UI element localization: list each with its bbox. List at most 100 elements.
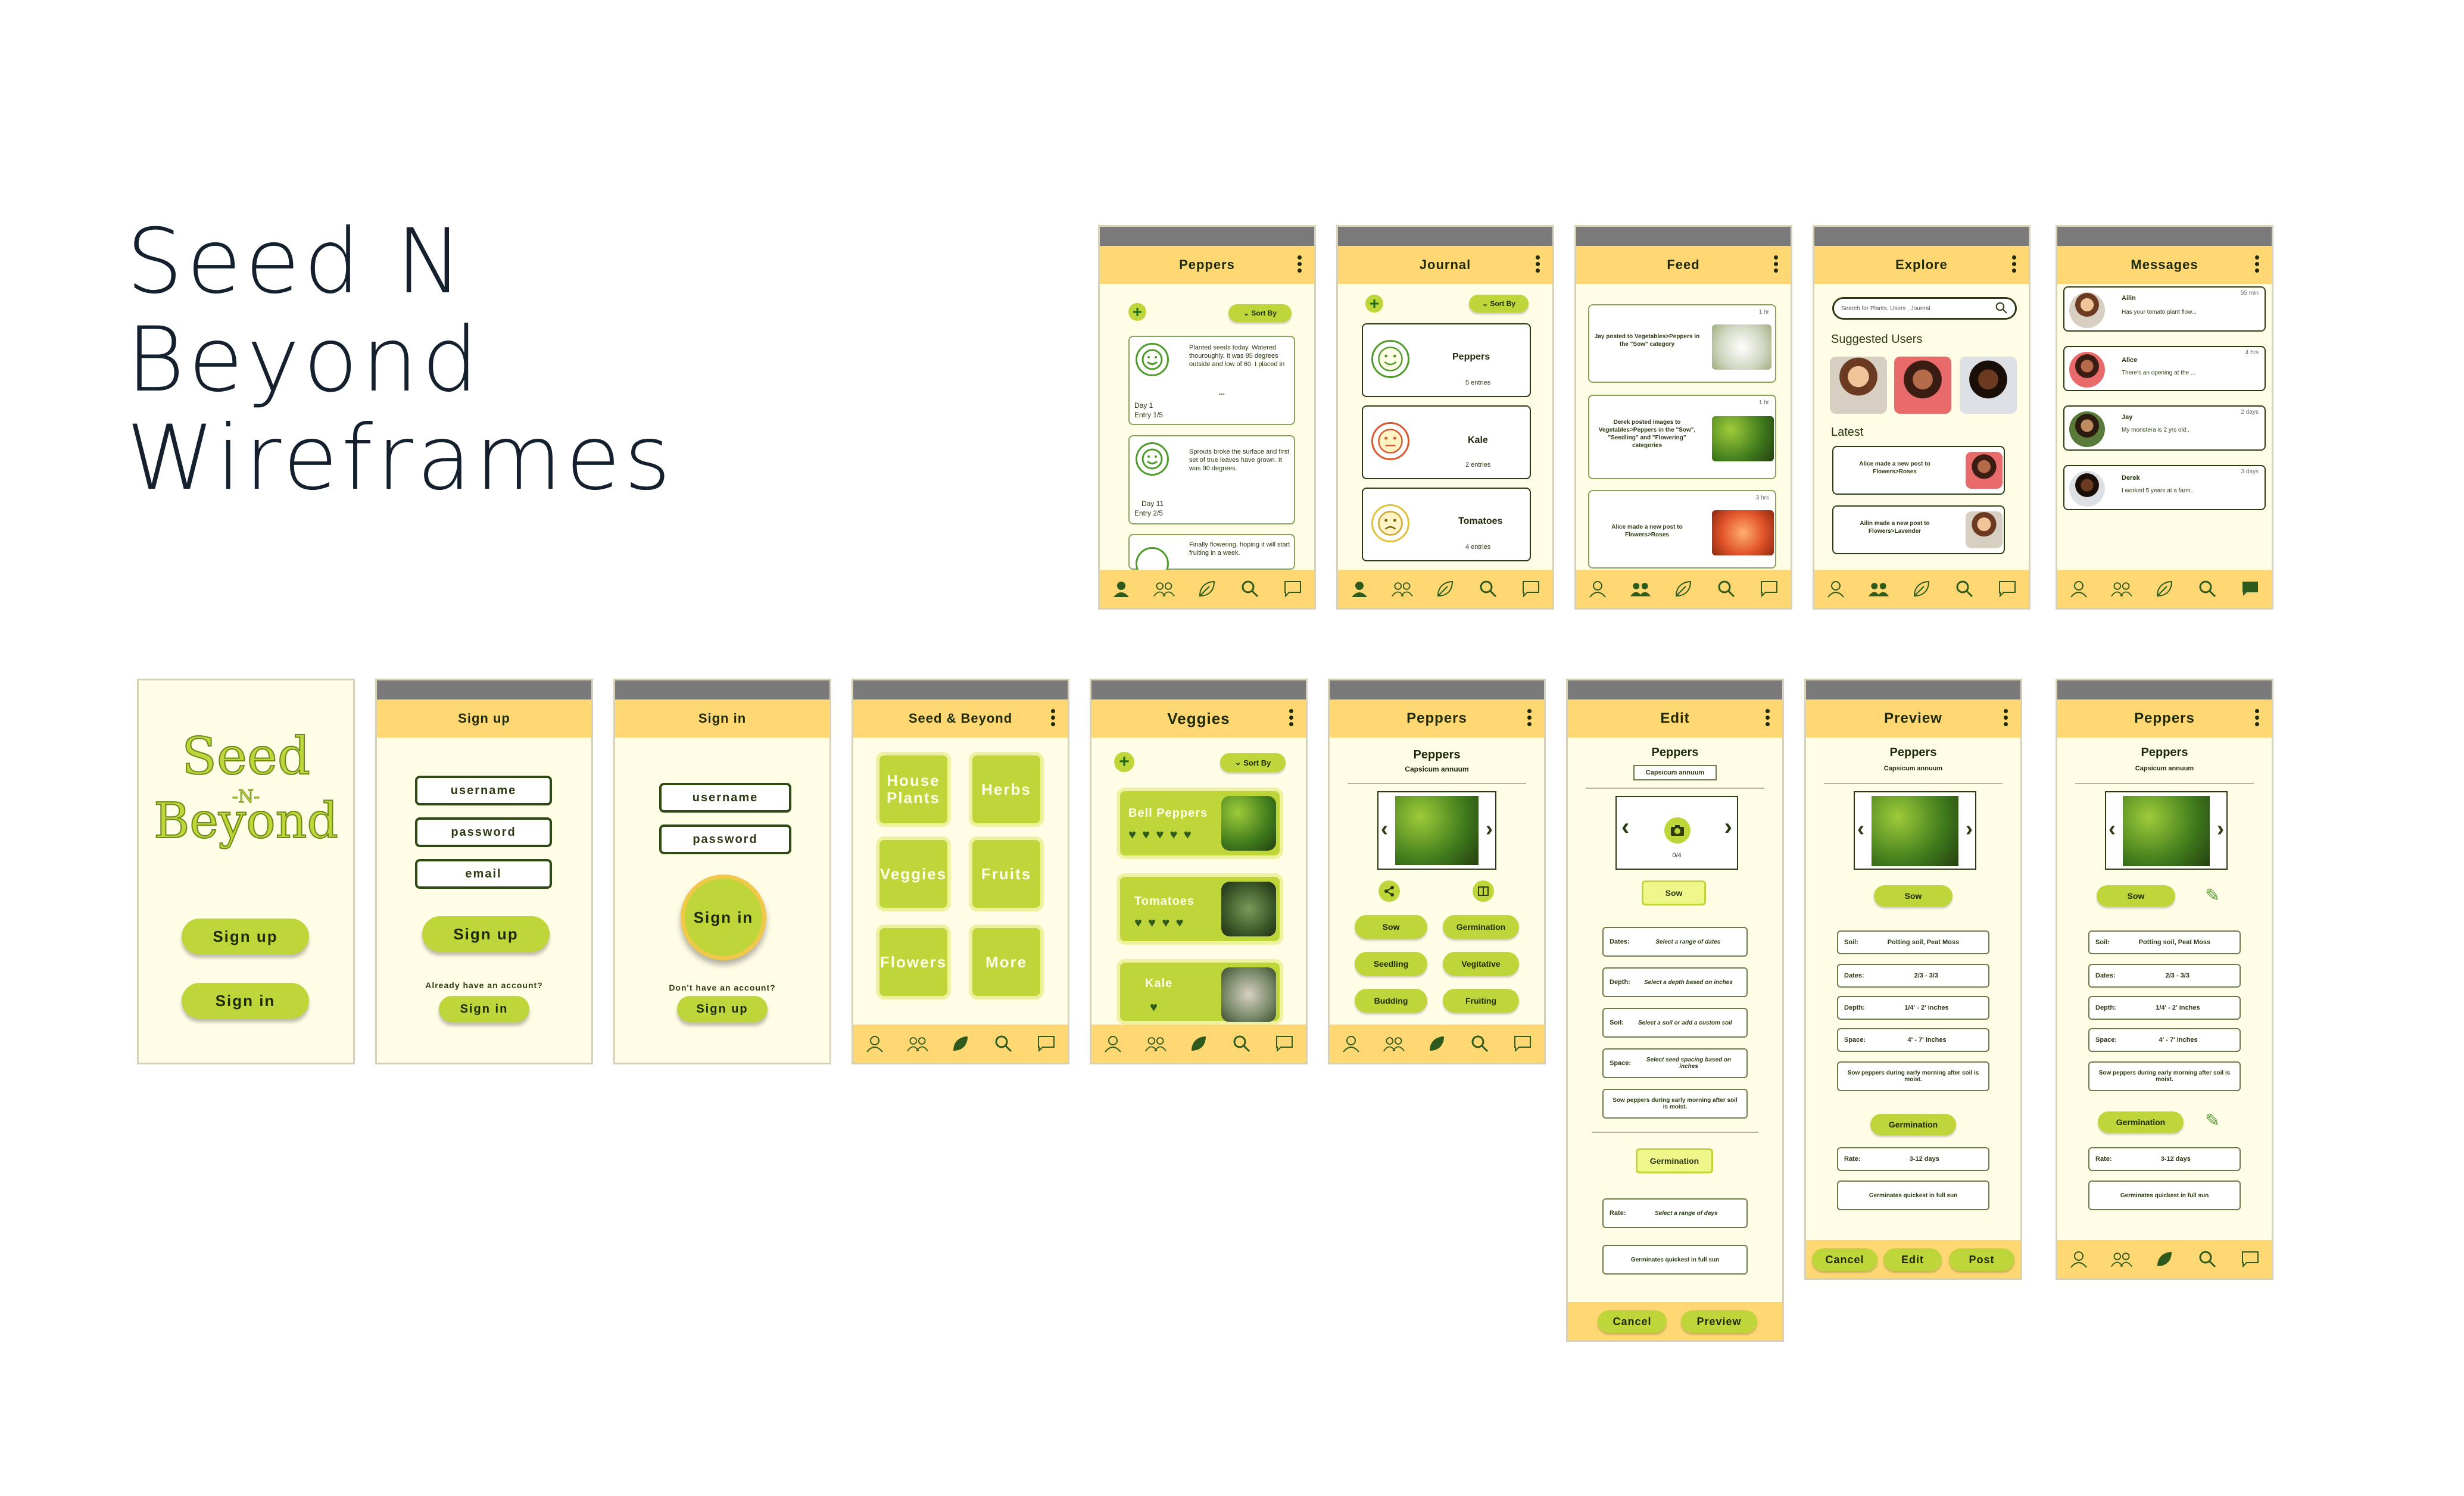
chat-icon[interactable] [1282,578,1303,599]
search-icon[interactable] [993,1033,1014,1054]
sort-by-button[interactable]: ⌄ Sort By [1220,753,1286,772]
message-thread[interactable]: Derek 3 days I worked 5 years at a farm.… [2063,465,2266,510]
chevron-right-icon[interactable]: › [1486,816,1493,841]
leaf-icon[interactable] [1673,578,1694,599]
depth-field[interactable]: Depth: Select a depth based on inches [1602,967,1748,997]
chat-icon[interactable] [1758,578,1780,599]
kebab-menu-icon[interactable] [2004,709,2008,728]
chevron-left-icon[interactable]: ‹ [1621,814,1629,841]
search-icon[interactable] [1469,1033,1490,1054]
stage-germination-label[interactable]: Germination [2098,1111,2184,1133]
friends-icon[interactable] [2111,578,2132,599]
kebab-menu-icon[interactable] [1536,255,1540,274]
chat-icon[interactable] [2240,578,2261,599]
sign-in-button[interactable]: Sign in [681,875,766,960]
stage-seedling-button[interactable]: Seedling [1355,952,1427,976]
category-more[interactable]: More [969,925,1044,1000]
latest-post[interactable]: Ailin made a new post to Flowers>Lavende… [1832,505,2005,554]
chat-icon[interactable] [1274,1033,1295,1054]
journal-entry-card[interactable]: Finally flowering, hoping it will start … [1128,534,1295,580]
suggested-user-avatar[interactable] [1894,357,1951,414]
veggie-item[interactable]: Bell Peppers ♥ ♥ ♥ ♥ ♥ [1116,788,1283,859]
friends-icon[interactable] [1383,1033,1405,1054]
photo-carousel[interactable]: ‹ › [2105,791,2228,870]
friends-icon[interactable] [907,1033,928,1054]
sign-up-button[interactable]: Sign up [182,919,309,954]
stage-sow-label[interactable]: Sow [1642,880,1706,905]
password-field[interactable]: password [659,824,791,854]
sign-up-button[interactable]: Sign up [677,996,768,1022]
add-icon[interactable]: + [1128,302,1146,321]
sort-by-button[interactable]: ⌄ Sort By [1469,295,1529,313]
stage-sow-label[interactable]: Sow [1874,885,1953,907]
chat-icon[interactable] [2240,1248,2261,1270]
friends-icon[interactable] [2111,1248,2132,1270]
search-icon[interactable] [2197,578,2218,599]
feed-post[interactable]: 1 hr Jay posted to Vegetables>Peppers in… [1588,304,1776,383]
chevron-right-icon[interactable]: › [2217,816,2224,841]
leaf-icon[interactable] [1434,578,1456,599]
suggested-user-avatar[interactable] [1830,357,1887,414]
profile-icon[interactable] [2068,1248,2089,1270]
kebab-menu-icon[interactable] [1289,709,1294,728]
stage-germination-label[interactable]: Germination [1870,1114,1956,1135]
message-thread[interactable]: Jay 2 days My monstera is 2 yrs old.. [2063,405,2266,451]
kebab-menu-icon[interactable] [2255,255,2260,274]
chevron-right-icon[interactable]: › [1724,814,1732,841]
suggested-user-avatar[interactable] [1960,357,2017,414]
chevron-right-icon[interactable]: › [1966,816,1973,841]
dates-field[interactable]: Dates: Select a range of dates [1602,927,1748,957]
photo-upload[interactable]: ‹ › 0/4 [1615,796,1738,870]
username-field[interactable]: username [659,783,791,813]
soil-field[interactable]: Soil: Select a soil or add a custom soil [1602,1008,1748,1038]
journal-item[interactable]: Peppers 5 entries [1362,323,1531,397]
leaf-icon[interactable] [1911,578,1932,599]
germination-notes-field[interactable]: Germinates quickest in full sun [1602,1245,1748,1275]
journal-item[interactable]: Tomatoes 4 entries [1362,488,1531,561]
photo-carousel[interactable]: ‹ › [1854,791,1976,870]
kebab-menu-icon[interactable] [1766,709,1770,728]
search-icon[interactable] [1716,578,1737,599]
leaf-icon[interactable] [1196,578,1218,599]
chat-icon[interactable] [1035,1033,1057,1054]
add-icon[interactable]: + [1365,294,1383,313]
category-fruits[interactable]: Fruits [969,836,1044,911]
sign-in-button[interactable]: Sign in [439,996,529,1022]
sign-in-button[interactable]: Sign in [182,983,309,1019]
search-icon[interactable] [1239,578,1261,599]
kebab-menu-icon[interactable] [2012,255,2017,274]
leaf-icon[interactable] [1426,1033,1448,1054]
chevron-left-icon[interactable]: ‹ [1857,816,1864,841]
photo-carousel[interactable]: ‹ › [1377,791,1496,870]
stage-sow-button[interactable]: Sow [1355,915,1427,939]
message-thread[interactable]: Alice 4 hrs There's an opening at the ..… [2063,346,2266,391]
stage-germination-label[interactable]: Germination [1636,1148,1713,1173]
rate-field[interactable]: Rate: Select a range of days [1602,1198,1748,1228]
search-icon[interactable] [1477,578,1499,599]
latin-name-input[interactable]: Capsicum annuum [1633,765,1717,780]
kebab-menu-icon[interactable] [2255,709,2260,728]
search-icon[interactable] [1995,301,2008,316]
kebab-menu-icon[interactable] [1774,255,1779,274]
preview-button[interactable]: Preview [1681,1310,1757,1333]
share-icon[interactable] [1378,880,1400,902]
leaf-icon[interactable] [2154,1248,2175,1270]
feed-post[interactable]: 1 hr Derek posted images to Vegetables>P… [1588,395,1776,479]
email-field[interactable]: email [415,859,552,889]
profile-icon[interactable] [1340,1033,1362,1054]
chat-icon[interactable] [1520,578,1542,599]
feed-post[interactable]: 3 hrs Alice made a new post to Flowers>R… [1588,490,1776,569]
profile-icon[interactable] [864,1033,885,1054]
chevron-left-icon[interactable]: ‹ [2109,816,2116,841]
stage-fruiting-button[interactable]: Fruiting [1443,989,1519,1013]
sow-notes-field[interactable]: Sow peppers during early morning after s… [1602,1089,1748,1119]
leaf-icon[interactable] [1188,1033,1209,1054]
sign-up-button[interactable]: Sign up [422,916,550,952]
profile-icon[interactable] [1111,578,1132,599]
journal-entry-card[interactable]: Planted seeds today. Watered thouroughly… [1128,336,1295,425]
chat-icon[interactable] [1512,1033,1533,1054]
stage-sow-label[interactable]: Sow [2097,885,2175,907]
message-thread[interactable]: Ailin 55 min Has your tomato plant flow.… [2063,286,2266,332]
add-icon[interactable]: + [1114,752,1134,772]
category-flowers[interactable]: Flowers [876,925,951,1000]
